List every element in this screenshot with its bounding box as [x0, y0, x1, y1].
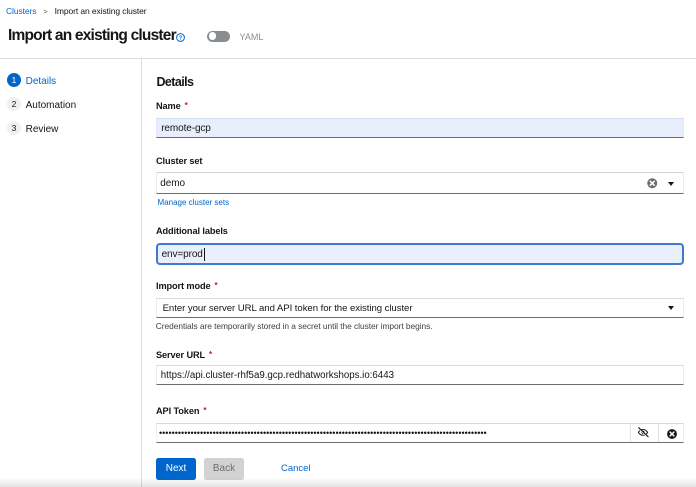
svg-text:?: ?	[179, 36, 183, 42]
